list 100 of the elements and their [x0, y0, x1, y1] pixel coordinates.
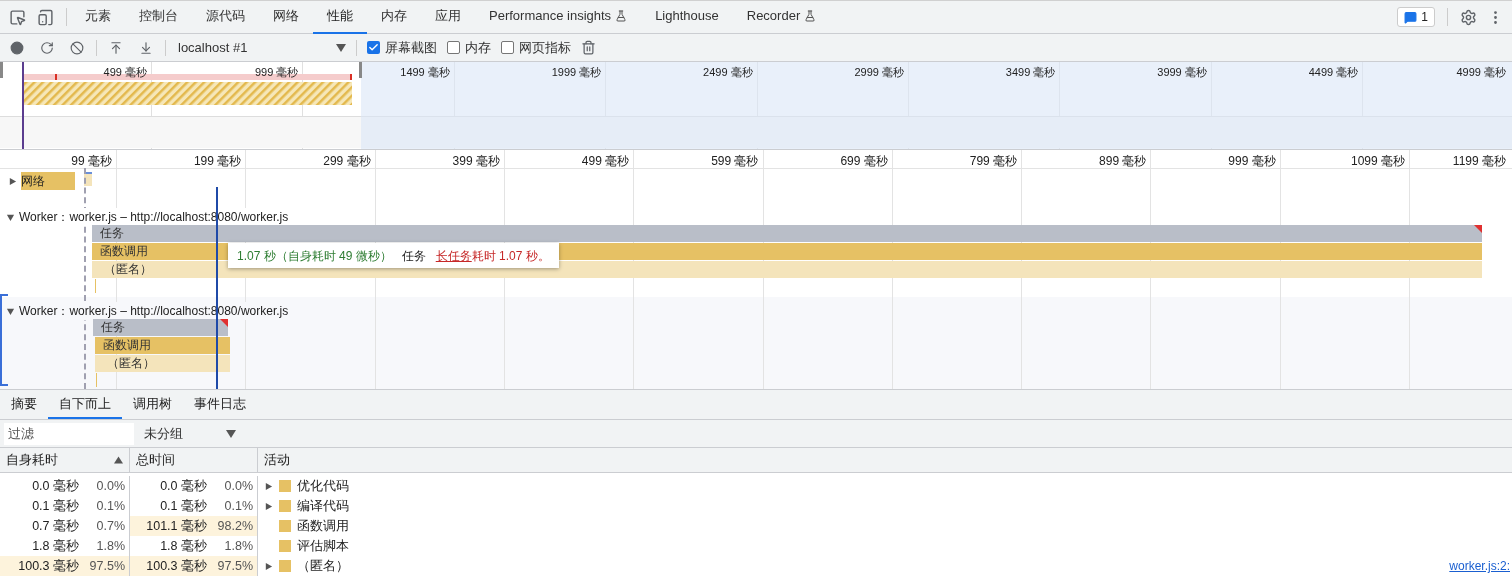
network-request-bar [84, 172, 92, 186]
category-swatch-icon [279, 480, 291, 492]
record-icon[interactable] [10, 40, 24, 55]
checkbox[interactable] [367, 41, 380, 54]
time-tick-label: 4999 毫秒 [1455, 65, 1506, 80]
inspect-element-icon[interactable] [9, 8, 26, 26]
column-header[interactable]: 活动 [258, 448, 1512, 472]
time-value: 100.3 毫秒 [146, 557, 207, 575]
category-swatch-icon [279, 540, 291, 552]
activity-name[interactable]: 评估脚本 [297, 536, 349, 556]
time-value: 1.8 毫秒 [160, 537, 207, 555]
upload-icon[interactable] [109, 40, 123, 55]
settings-icon[interactable] [1460, 8, 1477, 26]
time-value: 1.8 毫秒 [32, 537, 79, 555]
time-tick-label: 2999 毫秒 [853, 65, 904, 80]
panel-tab[interactable]: 控制台 [125, 0, 192, 34]
time-value: 100.3 毫秒 [18, 557, 79, 575]
flame-event-bar[interactable]: 任务 [93, 319, 228, 336]
flame-event-bar[interactable]: 任务 [92, 225, 1482, 242]
category-swatch-icon [279, 500, 291, 512]
activity-name[interactable]: 函数调用 [297, 516, 349, 536]
sort-ascending-icon [114, 456, 123, 464]
time-tick-label: 399 毫秒 [451, 153, 500, 170]
percent-value: 1.8% [95, 537, 125, 555]
source-link[interactable]: worker.js:2: [1449, 557, 1510, 575]
checkbox-label: 屏幕截图 [385, 38, 437, 57]
percent-value: 97.5% [89, 557, 125, 575]
track-title[interactable]: 网络 [21, 172, 75, 190]
percent-value: 1.8% [223, 537, 253, 555]
expand-arrow-icon[interactable] [264, 481, 273, 491]
column-header[interactable]: 自身耗时 [0, 448, 130, 472]
activity-name[interactable]: 编译代码 [297, 496, 349, 516]
time-tick-label: 1999 毫秒 [550, 65, 602, 80]
time-tick-label: 1199 毫秒 [1451, 153, 1506, 170]
percent-value: 0.7% [95, 517, 125, 535]
percent-value: 0.0% [223, 477, 253, 495]
time-value: 0.0 毫秒 [32, 477, 79, 495]
expand-arrow-icon[interactable] [264, 561, 273, 571]
column-header[interactable]: 总时间 [130, 448, 258, 472]
dropdown-caret-icon [226, 429, 236, 438]
time-tick-label: 4499 毫秒 [1307, 65, 1359, 80]
time-tick-label: 199 毫秒 [192, 153, 242, 170]
expand-arrow-icon[interactable] [264, 501, 273, 511]
download-icon[interactable] [139, 40, 153, 55]
panel-tab[interactable]: 元素 [71, 0, 125, 34]
checkbox[interactable] [447, 41, 460, 54]
panel-tab[interactable]: 网络 [259, 0, 313, 34]
expand-arrow-icon[interactable] [6, 212, 15, 222]
time-value: 0.1 毫秒 [32, 497, 79, 515]
panel-tab[interactable]: Recorder [732, 0, 831, 34]
checkbox-label: 内存 [465, 38, 491, 57]
flame-event-bar[interactable]: 函数调用 [95, 337, 230, 354]
detail-tab[interactable]: 调用树 [122, 390, 183, 419]
detail-tab[interactable]: 事件日志 [183, 390, 257, 419]
time-value: 0.0 毫秒 [160, 477, 207, 495]
time-value: 101.1 毫秒 [146, 517, 207, 535]
panel-tab[interactable]: 源代码 [192, 0, 259, 34]
selection-handle[interactable] [0, 62, 3, 78]
time-tick-label: 3499 毫秒 [1004, 65, 1056, 80]
time-tick-label: 3999 毫秒 [1156, 65, 1207, 80]
activity-name[interactable]: 优化代码 [297, 476, 349, 496]
filter-field[interactable]: 过滤 [4, 422, 134, 445]
time-tick-label: 899 毫秒 [1098, 153, 1147, 170]
device-toolbar-icon[interactable] [37, 8, 54, 26]
time-tick-label: 1099 毫秒 [1349, 153, 1405, 170]
time-tick-label: 999 毫秒 [253, 65, 299, 80]
target-select[interactable]: localhost #1 [178, 37, 346, 58]
issues-badge[interactable]: 1 [1397, 7, 1435, 27]
selection-handle[interactable] [359, 62, 362, 78]
time-value: 0.7 毫秒 [32, 517, 79, 535]
percent-value: 0.0% [95, 477, 125, 495]
time-tick-label: 799 毫秒 [968, 153, 1018, 170]
detail-tab[interactable]: 摘要 [0, 390, 48, 419]
panel-tab[interactable]: Lighthouse [641, 0, 733, 34]
expand-arrow-icon[interactable] [8, 176, 17, 186]
panel-tab[interactable]: Performance insights [475, 0, 642, 34]
clear-icon[interactable] [70, 40, 84, 55]
expand-arrow-icon[interactable] [6, 306, 15, 316]
percent-value: 97.5% [217, 557, 253, 575]
activity-name[interactable]: （匿名） [297, 556, 349, 576]
time-tick-label: 699 毫秒 [839, 153, 888, 170]
checkbox-label: 网页指标 [519, 38, 571, 57]
time-tick-label: 999 毫秒 [1227, 153, 1276, 170]
time-tick-label: 2499 毫秒 [702, 65, 753, 80]
panel-tab[interactable]: 应用 [421, 0, 475, 34]
time-tick-label: 299 毫秒 [322, 153, 371, 170]
time-tick-label: 599 毫秒 [710, 153, 759, 170]
checkbox[interactable] [501, 41, 514, 54]
panel-tab[interactable]: 内存 [367, 0, 421, 34]
category-swatch-icon [279, 520, 291, 532]
category-swatch-icon [279, 560, 291, 572]
reload-icon[interactable] [40, 40, 54, 55]
trash-icon[interactable] [581, 40, 596, 55]
dropdown-caret-icon [336, 43, 346, 52]
percent-value: 0.1% [95, 497, 125, 515]
time-tick-label: 99 毫秒 [70, 153, 112, 170]
percent-value: 0.1% [223, 497, 253, 515]
time-tick-label: 1499 毫秒 [399, 65, 450, 80]
flame-event-bar[interactable]: （匿名） [95, 355, 230, 372]
grouping-select[interactable]: 未分组 [144, 423, 236, 444]
